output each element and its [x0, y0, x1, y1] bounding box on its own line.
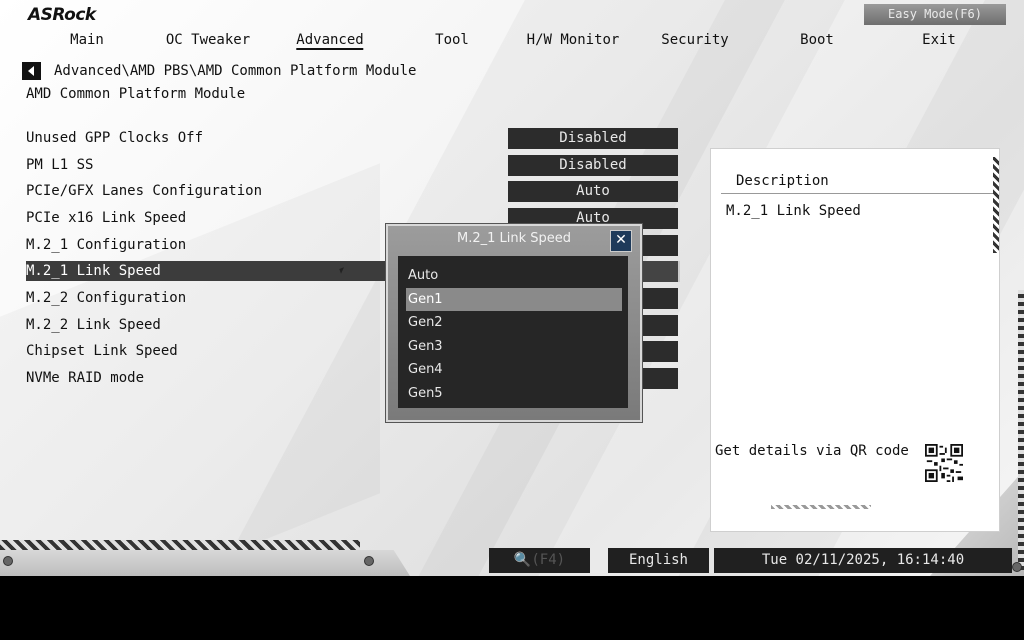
- option-gen5[interactable]: Gen5: [406, 382, 622, 405]
- qr-code-icon: [925, 444, 963, 482]
- description-heading: Description: [736, 173, 829, 189]
- popup-title: M.2_1 Link Speed: [456, 231, 572, 246]
- setting-value-unused-gpp-clocks-off[interactable]: Disabled: [508, 128, 678, 149]
- setting-value-pcie-gfx-lanes[interactable]: Auto: [508, 181, 678, 202]
- close-icon[interactable]: ✕: [610, 230, 632, 252]
- option-gen3[interactable]: Gen3: [406, 335, 622, 358]
- tab-security[interactable]: Security: [661, 32, 728, 48]
- top-nav: Main OC Tweaker Advanced Tool H/W Monito…: [0, 32, 1024, 52]
- description-divider: [721, 193, 993, 194]
- option-gen2[interactable]: Gen2: [406, 311, 622, 334]
- setting-label-m2-1-configuration[interactable]: M.2_1 Configuration: [26, 235, 186, 255]
- tab-main[interactable]: Main: [70, 32, 104, 48]
- setting-label-m2-2-link-speed[interactable]: M.2_2 Link Speed: [26, 315, 161, 335]
- setting-label-pm-l1-ss[interactable]: PM L1 SS: [26, 155, 93, 175]
- tab-advanced[interactable]: Advanced: [296, 32, 364, 50]
- tab-boot[interactable]: Boot: [800, 32, 834, 48]
- bottom-left-plate: [0, 550, 410, 576]
- bios-screen: ASRock Easy Mode(F6) Main OC Tweaker Adv…: [0, 0, 1024, 576]
- easy-mode-button[interactable]: Easy Mode(F6): [864, 4, 1006, 25]
- setting-label-unused-gpp-clocks-off[interactable]: Unused GPP Clocks Off: [26, 128, 203, 148]
- screw-icon: [364, 556, 374, 566]
- setting-value-pm-l1-ss[interactable]: Disabled: [508, 155, 678, 176]
- screw-icon: [1012, 562, 1022, 572]
- description-text: M.2_1 Link Speed: [726, 203, 861, 219]
- setting-label-chipset-link-speed[interactable]: Chipset Link Speed: [26, 341, 178, 361]
- tab-oc-tweaker[interactable]: OC Tweaker: [166, 32, 250, 48]
- asrock-logo: ASRock: [28, 5, 96, 25]
- tab-tool[interactable]: Tool: [435, 32, 469, 48]
- hazard-strip: [1018, 290, 1024, 570]
- screw-icon: [3, 556, 13, 566]
- setting-label-nvme-raid-mode[interactable]: NVMe RAID mode: [26, 368, 144, 388]
- option-gen4[interactable]: Gen4: [406, 358, 622, 381]
- page-title: AMD Common Platform Module: [26, 86, 246, 102]
- qr-code-caption: Get details via QR code: [715, 443, 909, 459]
- setting-label-pcie-gfx-lanes[interactable]: PCIe/GFX Lanes Configuration: [26, 181, 262, 201]
- popup-option-list: Auto Gen1 Gen2 Gen3 Gen4 Gen5: [398, 256, 628, 408]
- tab-hw-monitor[interactable]: H/W Monitor: [527, 32, 620, 48]
- option-auto[interactable]: Auto: [406, 264, 622, 287]
- tab-exit[interactable]: Exit: [922, 32, 956, 48]
- setting-label-m2-2-configuration[interactable]: M.2_2 Configuration: [26, 288, 186, 308]
- search-button[interactable]: 🔍(F4): [489, 548, 590, 573]
- language-button[interactable]: English: [608, 548, 709, 573]
- panel-decoration: [771, 505, 871, 509]
- setting-label-pcie-x16-link-speed[interactable]: PCIe x16 Link Speed: [26, 208, 186, 228]
- description-panel: Description M.2_1 Link Speed Get details…: [710, 148, 1000, 532]
- hazard-strip: [0, 540, 360, 550]
- datetime-display: Tue 02/11/2025, 16:14:40: [714, 548, 1012, 573]
- description-scrollbar[interactable]: [993, 157, 999, 253]
- breadcrumb: Advanced\AMD PBS\AMD Common Platform Mod…: [54, 63, 417, 79]
- option-gen1[interactable]: Gen1: [406, 288, 622, 311]
- back-arrow-icon[interactable]: [22, 62, 41, 80]
- link-speed-popup: M.2_1 Link Speed ✕ Auto Gen1 Gen2 Gen3 G…: [386, 224, 642, 422]
